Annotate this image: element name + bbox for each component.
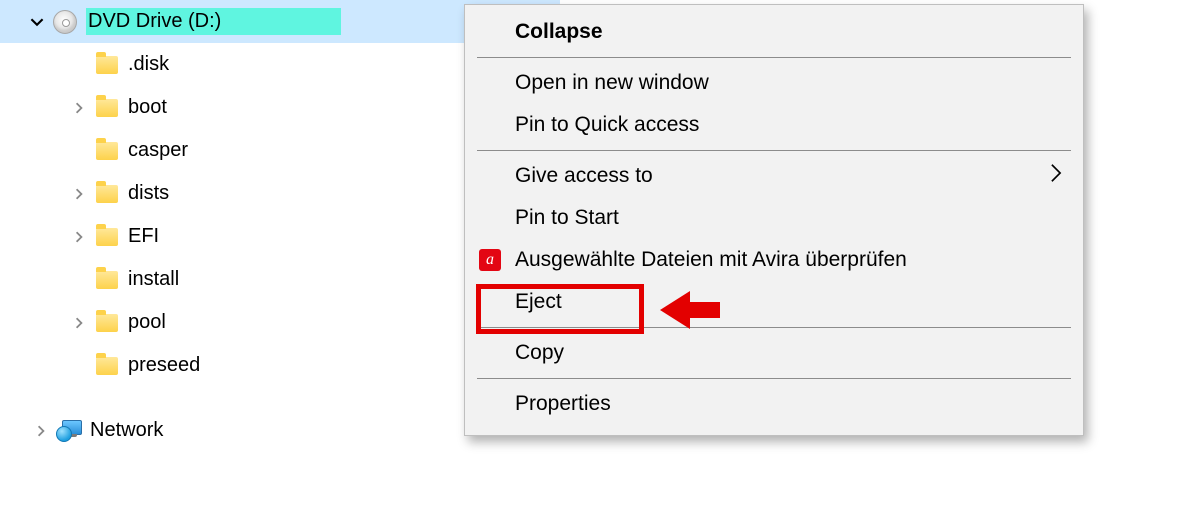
avira-icon: a — [465, 249, 515, 271]
menu-item-label: Give access to — [515, 164, 1049, 188]
tree-item-label: DVD Drive (D:) — [86, 8, 341, 35]
chevron-right-icon — [1049, 162, 1063, 190]
folder-icon — [94, 181, 120, 207]
tree-item-label: Network — [90, 419, 173, 442]
menu-item-collapse[interactable]: Collapse — [465, 11, 1083, 53]
menu-item-pin-to-start[interactable]: Pin to Start — [465, 197, 1083, 239]
menu-item-avira-scan[interactable]: a Ausgewählte Dateien mit Avira überprüf… — [465, 239, 1083, 281]
tree-item-label: install — [128, 268, 189, 291]
folder-icon — [94, 138, 120, 164]
folder-icon — [94, 267, 120, 293]
folder-icon — [94, 310, 120, 336]
tree-item-label: .disk — [128, 53, 179, 76]
menu-item-give-access-to[interactable]: Give access to — [465, 155, 1083, 197]
chevron-right-icon[interactable] — [70, 99, 88, 117]
context-menu: Collapse Open in new window Pin to Quick… — [464, 4, 1084, 436]
menu-item-label: Collapse — [515, 20, 1063, 44]
menu-separator — [477, 57, 1071, 58]
menu-item-eject[interactable]: Eject — [465, 281, 1083, 323]
tree-item-label: boot — [128, 96, 177, 119]
chevron-right-icon[interactable] — [70, 185, 88, 203]
menu-item-label: Copy — [515, 341, 1063, 365]
chevron-down-icon[interactable] — [28, 13, 46, 31]
folder-icon — [94, 52, 120, 78]
chevron-right-icon[interactable] — [70, 228, 88, 246]
menu-item-open-new-window[interactable]: Open in new window — [465, 62, 1083, 104]
disc-icon — [52, 9, 78, 35]
folder-icon — [94, 353, 120, 379]
menu-item-label: Ausgewählte Dateien mit Avira überprüfen — [515, 248, 1063, 272]
menu-item-pin-quick-access[interactable]: Pin to Quick access — [465, 104, 1083, 146]
menu-separator — [477, 378, 1071, 379]
menu-separator — [477, 150, 1071, 151]
tree-item-label: dists — [128, 182, 179, 205]
tree-item-label: pool — [128, 311, 176, 334]
chevron-right-icon[interactable] — [32, 422, 50, 440]
menu-item-properties[interactable]: Properties — [465, 383, 1083, 425]
tree-item-label: casper — [128, 139, 198, 162]
menu-separator — [477, 327, 1071, 328]
tree-item-label: preseed — [128, 354, 210, 377]
chevron-right-icon[interactable] — [70, 314, 88, 332]
menu-item-label: Open in new window — [515, 71, 1063, 95]
tree-item-label: EFI — [128, 225, 169, 248]
menu-item-label: Eject — [515, 290, 1063, 314]
network-icon — [56, 418, 82, 444]
folder-icon — [94, 224, 120, 250]
menu-item-label: Pin to Quick access — [515, 113, 1063, 137]
menu-item-copy[interactable]: Copy — [465, 332, 1083, 374]
menu-item-label: Pin to Start — [515, 206, 1063, 230]
menu-item-label: Properties — [515, 392, 1063, 416]
folder-icon — [94, 95, 120, 121]
